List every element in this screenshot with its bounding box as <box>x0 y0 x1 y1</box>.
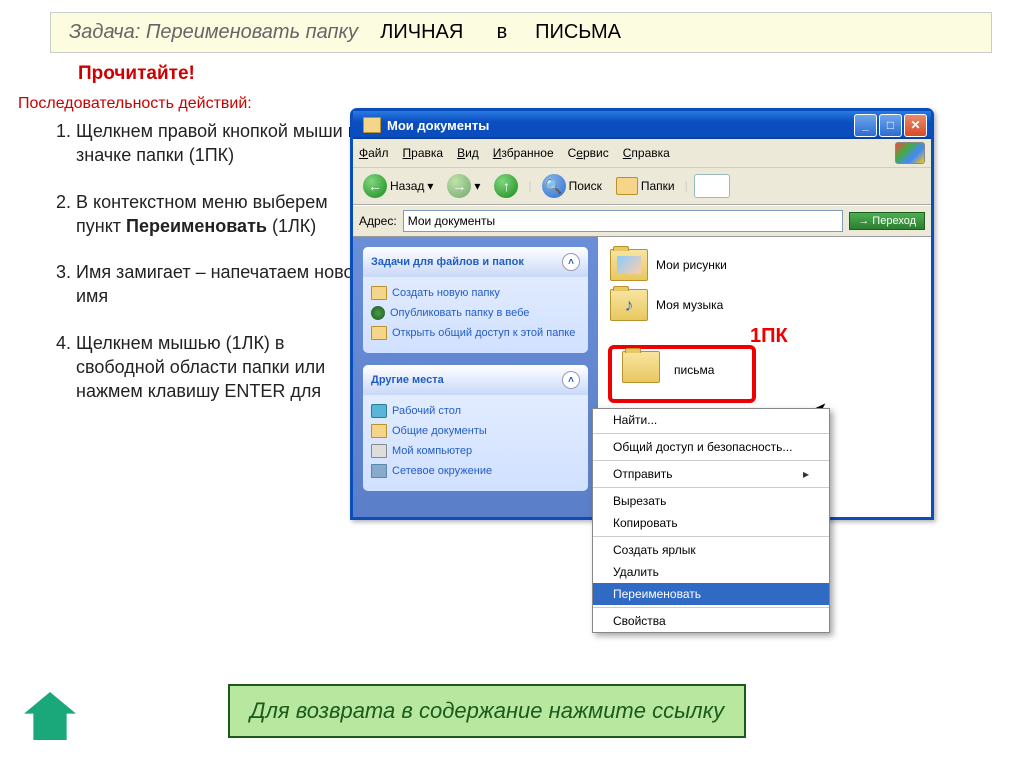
ctx-send-to[interactable]: Отправить <box>593 463 829 485</box>
step-2: В контекстном меню выберем пункт Переиме… <box>76 190 370 239</box>
place-my-computer[interactable]: Мой компьютер <box>371 441 580 461</box>
task-new-folder[interactable]: Создать новую папку <box>371 283 580 303</box>
search-button[interactable]: 🔍Поиск <box>538 172 606 200</box>
home-icon[interactable] <box>24 692 76 740</box>
other-places-panel: Другие места˄ Рабочий стол Общие докумен… <box>363 365 588 491</box>
ctx-sharing[interactable]: Общий доступ и безопасность... <box>593 436 829 458</box>
titlebar[interactable]: Мои документы _ □ ✕ <box>353 111 931 139</box>
back-button[interactable]: ←Назад ▾ <box>359 172 437 200</box>
ctx-copy[interactable]: Копировать <box>593 512 829 534</box>
menu-edit[interactable]: Правка <box>403 146 444 160</box>
address-input[interactable] <box>403 210 844 232</box>
folder-selected[interactable] <box>622 351 660 383</box>
ctx-rename[interactable]: Переименовать <box>593 583 829 605</box>
task-share[interactable]: Открыть общий доступ к этой папке <box>371 323 580 343</box>
menu-tools[interactable]: Сервис <box>568 146 609 160</box>
toolbar: ←Назад ▾ →▾ ↑ | 🔍Поиск Папки | <box>353 168 931 205</box>
collapse-icon[interactable]: ˄ <box>562 253 580 271</box>
tasks-pane: Задачи для файлов и папок˄ Создать новую… <box>353 237 598 517</box>
windows-logo-icon <box>895 142 925 164</box>
ctx-find[interactable]: Найти... <box>593 409 829 431</box>
up-button[interactable]: ↑ <box>490 172 522 200</box>
ctx-properties[interactable]: Свойства <box>593 610 829 632</box>
folder-selected-name[interactable]: письма <box>674 363 714 377</box>
address-bar: Адрес: → Переход <box>353 205 931 237</box>
return-link[interactable]: Для возврата в содержание нажмите ссылку <box>228 684 746 738</box>
menu-help[interactable]: Справка <box>623 146 670 160</box>
maximize-button[interactable]: □ <box>879 114 902 137</box>
menu-favorites[interactable]: Избранное <box>493 146 554 160</box>
folder-my-music[interactable]: Моя музыка <box>610 289 919 321</box>
close-button[interactable]: ✕ <box>904 114 927 137</box>
place-network[interactable]: Сетевое окружение <box>371 461 580 481</box>
place-shared-docs[interactable]: Общие документы <box>371 421 580 441</box>
collapse-icon[interactable]: ˄ <box>562 371 580 389</box>
annotation-1pk: 1ПК <box>750 325 788 348</box>
context-menu: Найти... Общий доступ и безопасность... … <box>592 408 830 633</box>
task-publish[interactable]: Опубликовать папку в вебе <box>371 303 580 323</box>
window-title: Мои документы <box>387 118 489 133</box>
folder-icon <box>363 117 381 133</box>
forward-button[interactable]: →▾ <box>443 172 484 200</box>
step-1: Щелкнем правой кнопкой мыши на значке па… <box>76 119 370 168</box>
read-it-label: Прочитайте! <box>78 63 1024 85</box>
menu-view[interactable]: Вид <box>457 146 479 160</box>
step-4: Щелкнем мышью (1ЛК) в свободной области … <box>76 331 370 404</box>
address-label: Адрес: <box>359 214 397 228</box>
folders-button[interactable]: Папки <box>612 175 679 197</box>
views-button[interactable] <box>694 174 730 198</box>
go-button[interactable]: → Переход <box>849 212 925 230</box>
ctx-delete[interactable]: Удалить <box>593 561 829 583</box>
folder-icon <box>610 249 648 281</box>
folder-my-pictures[interactable]: Мои рисунки <box>610 249 919 281</box>
ctx-create-shortcut[interactable]: Создать ярлык <box>593 539 829 561</box>
menu-file[interactable]: Файл <box>359 146 389 160</box>
task-banner: Задача: Переименовать папку ЛИЧНАЯ в ПИС… <box>50 12 992 53</box>
folder-icon <box>610 289 648 321</box>
ctx-cut[interactable]: Вырезать <box>593 490 829 512</box>
file-tasks-panel: Задачи для файлов и папок˄ Создать новую… <box>363 247 588 353</box>
place-desktop[interactable]: Рабочий стол <box>371 401 580 421</box>
minimize-button[interactable]: _ <box>854 114 877 137</box>
steps-list: Щелкнем правой кнопкой мыши на значке па… <box>76 119 370 404</box>
menubar: Файл Правка Вид Избранное Сервис Справка <box>353 139 931 168</box>
step-3: Имя замигает – напечатаем новое имя <box>76 260 370 309</box>
